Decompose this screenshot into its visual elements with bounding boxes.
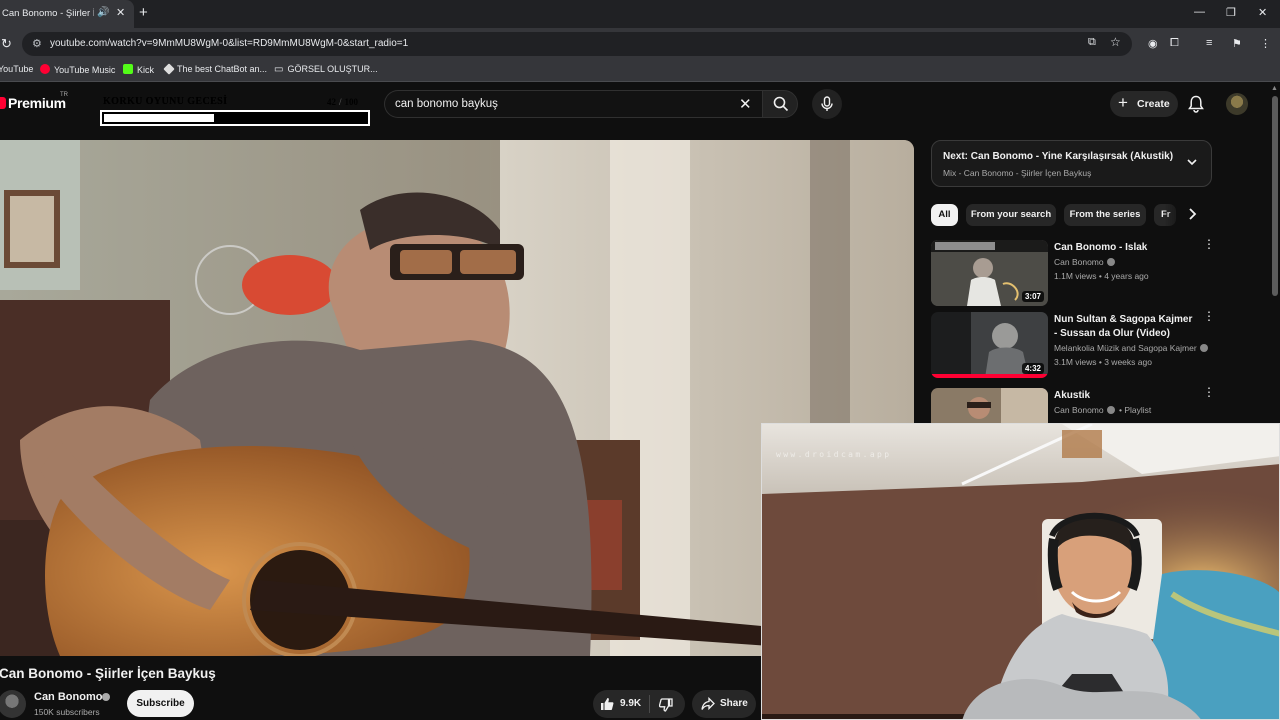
webcam-overlay: www.droidcam.app (761, 423, 1280, 720)
overlay-progress-bar (100, 110, 370, 126)
site-info-icon[interactable]: ⚙ (32, 37, 42, 50)
extension-icon[interactable]: ◉ (1148, 37, 1158, 50)
verified-icon (1199, 344, 1208, 352)
chip-from-your-search[interactable]: From your search (966, 204, 1056, 226)
chip-from-the-series[interactable]: From the series (1064, 204, 1146, 226)
thumbs-up-icon[interactable] (600, 697, 614, 711)
up-next-subtitle: Mix - Can Bonomo - Şiirler İçen Baykuş (943, 168, 1092, 178)
minimize-icon[interactable]: — (1194, 6, 1205, 18)
search-button[interactable] (762, 90, 798, 118)
chip-fade (1164, 200, 1204, 230)
new-tab-button[interactable]: + (139, 4, 148, 21)
search-input[interactable]: can bonomo baykuş ✕ (384, 90, 762, 118)
overlay-title: KORKU OYUNU GECESİ (103, 96, 228, 107)
create-button[interactable]: + Create (1110, 91, 1178, 117)
bookmark-youtube-music[interactable]: YouTube Music (40, 64, 115, 75)
folder-icon: ▭ (274, 64, 284, 75)
recommendation-channel: Can Bonomo (1054, 257, 1115, 267)
speaker-icon[interactable]: 🔊 (97, 7, 109, 18)
scroll-up-icon[interactable]: ▲ (1271, 85, 1278, 92)
video-thumbnail[interactable]: 3:07 (931, 240, 1048, 306)
search-query[interactable]: can bonomo baykuş (395, 98, 498, 110)
search-icon (773, 96, 789, 112)
webcam-watermark: www.droidcam.app (776, 450, 892, 459)
recommendation-item[interactable]: 3:07 Can Bonomo - Islak Can Bonomo 1.1M … (931, 238, 1215, 308)
url-text[interactable]: youtube.com/watch?v=9MmMU8WgM-0&list=RD9… (50, 38, 408, 49)
browser-toolbar: ↻ ⚙ youtube.com/watch?v=9MmMU8WgM-0&list… (0, 28, 1280, 60)
window-close-icon[interactable]: ✕ (1258, 6, 1267, 19)
bookmark-star-icon[interactable]: ☆ (1110, 35, 1121, 49)
chevron-down-icon[interactable] (1186, 156, 1198, 168)
video-thumbnail[interactable]: 4:32 (931, 312, 1048, 378)
bookmarks-bar: YouTube YouTube Music Kick The best Chat… (0, 60, 1280, 82)
webcam-frame (762, 424, 1279, 719)
install-icon[interactable]: ⧉ (1088, 36, 1096, 49)
video-title: Can Bonomo - Şiirler İçen Baykuş (0, 666, 216, 681)
share-button[interactable]: Share (692, 690, 756, 718)
thumbs-down-icon[interactable] (659, 698, 673, 712)
bookmark-folder[interactable]: ▭ GÖRSEL OLUŞTUR... (274, 64, 378, 75)
recommendation-channel: Melankolia Müzik and Sagopa Kajmer (1054, 343, 1208, 353)
notifications-bell-icon[interactable] (1188, 95, 1204, 113)
like-dislike-group: 9.9K (593, 690, 685, 718)
video-duration: 3:07 (1021, 291, 1044, 302)
more-actions-icon[interactable]: ⋮ (1203, 238, 1215, 250)
youtube-play-icon (0, 97, 6, 109)
scrollbar-thumb[interactable] (1272, 96, 1278, 296)
verified-icon (102, 693, 110, 701)
restore-icon[interactable]: ❐ (1226, 6, 1236, 19)
chevron-right-icon[interactable] (1186, 207, 1198, 221)
up-next-panel[interactable]: Next: Can Bonomo - Yine Karşılaşırsak (A… (931, 140, 1212, 187)
browser-tab[interactable]: Can Bonomo - Şiirler İçen Baykuş 🔊 ✕ (0, 0, 134, 28)
bookmark-chatbot[interactable]: The best ChatBot an... (163, 63, 267, 75)
share-icon (701, 697, 715, 711)
chip-all[interactable]: All (931, 204, 958, 226)
recommendation-title[interactable]: Can Bonomo - Islak (1054, 241, 1194, 255)
subscribe-button[interactable]: Subscribe (127, 690, 194, 717)
reading-list-icon[interactable]: ≡ (1206, 37, 1212, 49)
up-next-title: Next: Can Bonomo - Yine Karşılaşırsak (A… (943, 151, 1174, 162)
voice-search-button[interactable] (812, 89, 842, 119)
channel-name[interactable]: Can Bonomo (34, 691, 102, 703)
like-divider (649, 695, 650, 713)
kick-icon (123, 64, 133, 74)
video-duration: 4:32 (1021, 363, 1044, 374)
recommendation-title[interactable]: Akustik (1054, 389, 1194, 403)
clear-search-icon[interactable]: ✕ (739, 95, 752, 113)
close-icon[interactable]: ✕ (116, 6, 125, 19)
subscriber-count: 150K subscribers (34, 707, 100, 717)
verified-icon (1106, 258, 1115, 266)
browser-tab-strip: Can Bonomo - Şiirler İçen Baykuş 🔊 ✕ + —… (0, 0, 1280, 28)
recommendation-meta: 3.1M views • 3 weeks ago (1054, 357, 1152, 367)
reload-icon[interactable]: ↻ (1, 36, 12, 52)
extensions-puzzle-icon[interactable]: ⧠ (1170, 37, 1179, 50)
youtube-music-icon (40, 64, 50, 74)
recommendation-channel: Can Bonomo • Playlist (1054, 405, 1152, 415)
channel-avatar[interactable] (0, 690, 26, 718)
recommendation-meta: 1.1M views • 4 years ago (1054, 271, 1149, 281)
like-count[interactable]: 9.9K (620, 698, 641, 709)
microphone-icon (821, 96, 833, 111)
more-actions-icon[interactable]: ⋮ (1203, 386, 1215, 398)
recommendation-item[interactable]: 4:32 Nun Sultan & Sagopa Kajmer - Sussan… (931, 310, 1215, 380)
account-avatar[interactable] (1226, 93, 1248, 115)
stream-progress-overlay: KORKU OYUNU GECESİ 42/100 (100, 96, 370, 127)
bookmark-kick[interactable]: Kick (123, 64, 154, 75)
recommendation-title[interactable]: Nun Sultan & Sagopa Kajmer - Sussan da O… (1054, 313, 1194, 341)
overlay-progress-fill (104, 114, 214, 122)
tab-title: Can Bonomo - Şiirler İçen Baykuş (2, 8, 94, 19)
profile-flag-icon[interactable]: ⚑ (1232, 37, 1242, 50)
more-actions-icon[interactable]: ⋮ (1203, 310, 1215, 322)
plus-icon: + (1118, 93, 1128, 112)
overlay-counter: 42/100 (327, 97, 359, 107)
address-bar[interactable]: ⚙ youtube.com/watch?v=9MmMU8WgM-0&list=R… (22, 32, 1132, 56)
verified-icon (1106, 406, 1115, 414)
bookmark-youtube[interactable]: YouTube (0, 64, 33, 74)
chatbot-icon (163, 63, 175, 75)
menu-kebab-icon[interactable]: ⋮ (1260, 37, 1271, 50)
